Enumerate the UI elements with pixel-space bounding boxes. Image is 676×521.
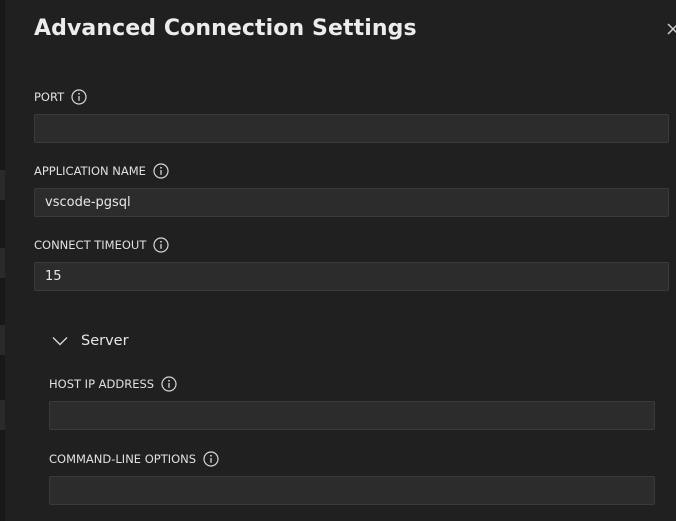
server-section-toggle[interactable]: Server (52, 333, 129, 349)
host-ip-address-input[interactable] (49, 401, 655, 430)
application-name-input[interactable] (34, 188, 669, 217)
port-label-row: PORT (34, 89, 87, 105)
application-name-label-row: APPLICATION NAME (34, 163, 169, 179)
command-line-options-label: COMMAND-LINE OPTIONS (49, 452, 197, 466)
info-icon[interactable] (153, 237, 169, 253)
host-ip-address-label: HOST IP ADDRESS (49, 377, 155, 391)
connect-timeout-input[interactable] (34, 262, 669, 291)
server-section-title: Server (81, 333, 129, 349)
connect-timeout-label-row: CONNECT TIMEOUT (34, 237, 169, 253)
host-ip-address-label-row: HOST IP ADDRESS (49, 376, 177, 392)
advanced-settings-panel: Advanced Connection Settings PORT APPLIC… (5, 0, 676, 521)
command-line-options-label-row: COMMAND-LINE OPTIONS (49, 451, 219, 467)
panel-title: Advanced Connection Settings (34, 16, 417, 41)
info-icon[interactable] (71, 89, 87, 105)
port-label: PORT (34, 90, 65, 104)
application-name-label: APPLICATION NAME (34, 164, 146, 178)
info-icon[interactable] (153, 163, 169, 179)
info-icon[interactable] (161, 376, 177, 392)
close-icon[interactable] (666, 20, 676, 40)
chevron-down-icon (52, 337, 68, 346)
connect-timeout-label: CONNECT TIMEOUT (34, 238, 147, 252)
command-line-options-input[interactable] (49, 476, 655, 505)
info-icon[interactable] (203, 451, 219, 467)
port-input[interactable] (34, 114, 669, 143)
